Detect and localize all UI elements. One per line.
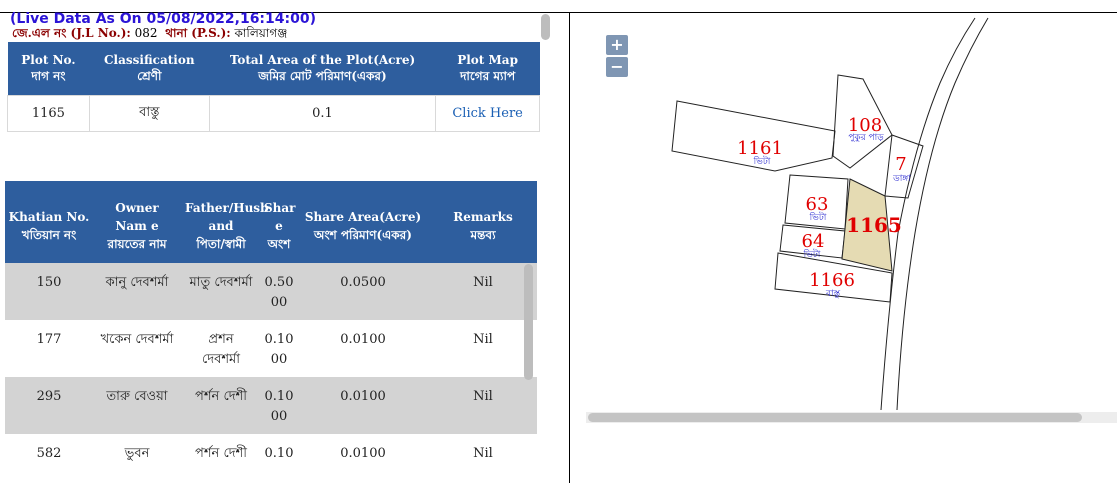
jl-ps-line: জে.এল নং (J.L No.): 082 থানা (P.S.): কাল… [12,26,287,40]
col-father-husband: Father/Husb and পিতা/স্বামী [181,181,268,263]
share-cell: 0.10 [264,446,294,461]
plot-class-108: পুকুর পাড় [848,133,884,143]
khatian-table-header: Khatian No. খতিয়ান নং Owner Nam e রায়তের… [5,181,537,263]
col-classification: Classification শ্রেণী [89,42,210,95]
table-row: 582 ভুবন পর্শন দেশী 0.10 0.0100 Nil [5,434,537,466]
owner-cell: তারু বেওয়া [93,377,181,434]
area-cell: 0.1 [208,94,437,132]
plot-label-63: 63 [806,194,829,215]
ps-label: থানা (P.S.): [165,26,231,40]
table-row: 150 কানু দেবশর্মা মাতু দেবশর্মা 0.50 00 … [5,263,537,320]
remarks-cell: Nil [429,377,537,434]
map-scrollbar-thumb[interactable] [588,413,1082,422]
top-scrollbar[interactable] [541,14,550,40]
khatian-cell: 177 [36,332,62,347]
col-share-area: Share Area(Acre) অংশ পরিমাণ(একর) [297,181,429,263]
plot-label-1166: 1166 [809,270,855,291]
plot-class-64: ভিটা [803,248,821,260]
col-owner-name: Owner Nam e রায়তের নাম [93,181,181,263]
plot-class-63: ভিটা [809,211,827,223]
plot-label-7: 7 [895,154,906,175]
share-cell: 0.10 00 [261,377,297,434]
plot-label-64: 64 [802,231,825,252]
father-cell: পর্শন দেশী [181,377,261,434]
share-area-cell: 0.0100 [340,332,386,347]
share-cell: 0.10 00 [264,332,294,367]
col-plot-no: Plot No. দাগ নং [7,42,90,95]
khatian-table-container: Khatian No. খতিয়ান নং Owner Nam e রায়তের… [5,181,537,466]
father-cell: পর্শন দেশী [195,446,247,461]
map-panel[interactable]: 1161 ভিটা 108 পুকুর পাড় 7 ডাঙ্গা 63 ভিট… [570,13,1117,483]
father-cell: মাতু দেবশর্মা [181,263,261,320]
share-area-cell: 0.0100 [340,446,386,461]
remarks-cell: Nil [473,332,493,347]
khatian-cell: 150 [5,263,93,320]
plot-label-1165: 1165 [846,213,902,237]
remarks-cell: Nil [473,446,493,461]
share-area-cell: 0.0500 [297,263,429,320]
col-remarks: Remarks মন্তব্য [429,181,537,263]
ps-value: কালিয়াগঞ্জ [234,26,288,40]
classification-cell: বাস্তু [88,94,210,132]
plot-map-link[interactable]: Click Here [435,94,540,132]
owner-cell: খকেন দেবশর্মা [100,332,174,347]
owner-cell: ভুবন [124,446,150,461]
live-data-timestamp: (Live Data As On 05/08/2022,16:14:00) [10,11,316,27]
owner-cell: কানু দেবশর্মা [93,263,181,320]
zoom-in-button[interactable]: + [606,35,628,55]
table-row: 295 তারু বেওয়া পর্শন দেশী 0.10 00 0.010… [5,377,537,434]
col-share: Shar e অংশ [261,181,297,263]
plot-label-1161: 1161 [737,138,783,159]
plot-row: 1165 বাস্তু 0.1 Click Here [7,94,540,132]
plot-class-1166: বাস্তু [825,289,841,299]
share-area-cell: 0.0100 [297,377,429,434]
zoom-out-button[interactable]: − [606,57,628,77]
jl-label: জে.এল নং (J.L No.): [12,26,131,40]
plot-map[interactable]: 1161 ভিটা 108 পুকুর পাড় 7 ডাঙ্গা 63 ভিট… [570,13,1117,413]
share-cell: 0.50 00 [261,263,297,320]
plot-table: Plot No. দাগ নং Classification শ্রেণী Tota… [7,42,540,132]
plot-class-1161: ভিটা [753,155,771,167]
plot-no-cell: 1165 [7,94,90,132]
father-cell: প্রশন দেবশর্মা [201,332,241,367]
khatian-cell: 295 [5,377,93,434]
khatian-table: Khatian No. খতিয়ান নং Owner Nam e রায়তের… [5,181,537,466]
col-plot-map: Plot Map দাগের ম্যাপ [435,42,540,95]
table-row: 177 খকেন দেবশর্মা প্রশন দেবশর্মা 0.10 00… [5,320,537,377]
khatian-cell: 582 [36,446,62,461]
col-total-area: Total Area of the Plot(Acre) জমির মোট পরি… [209,42,436,95]
plot-class-7: ডাঙ্গা [892,174,911,184]
details-panel: (Live Data As On 05/08/2022,16:14:00) জে… [0,0,569,483]
jl-value: 082 [134,26,158,40]
table-scrollbar[interactable] [524,264,533,380]
col-khatian-no: Khatian No. খতিয়ান নং [5,181,93,263]
plot-table-header: Plot No. দাগ নং Classification শ্রেণী Tota… [7,42,540,95]
remarks-cell: Nil [429,263,537,320]
